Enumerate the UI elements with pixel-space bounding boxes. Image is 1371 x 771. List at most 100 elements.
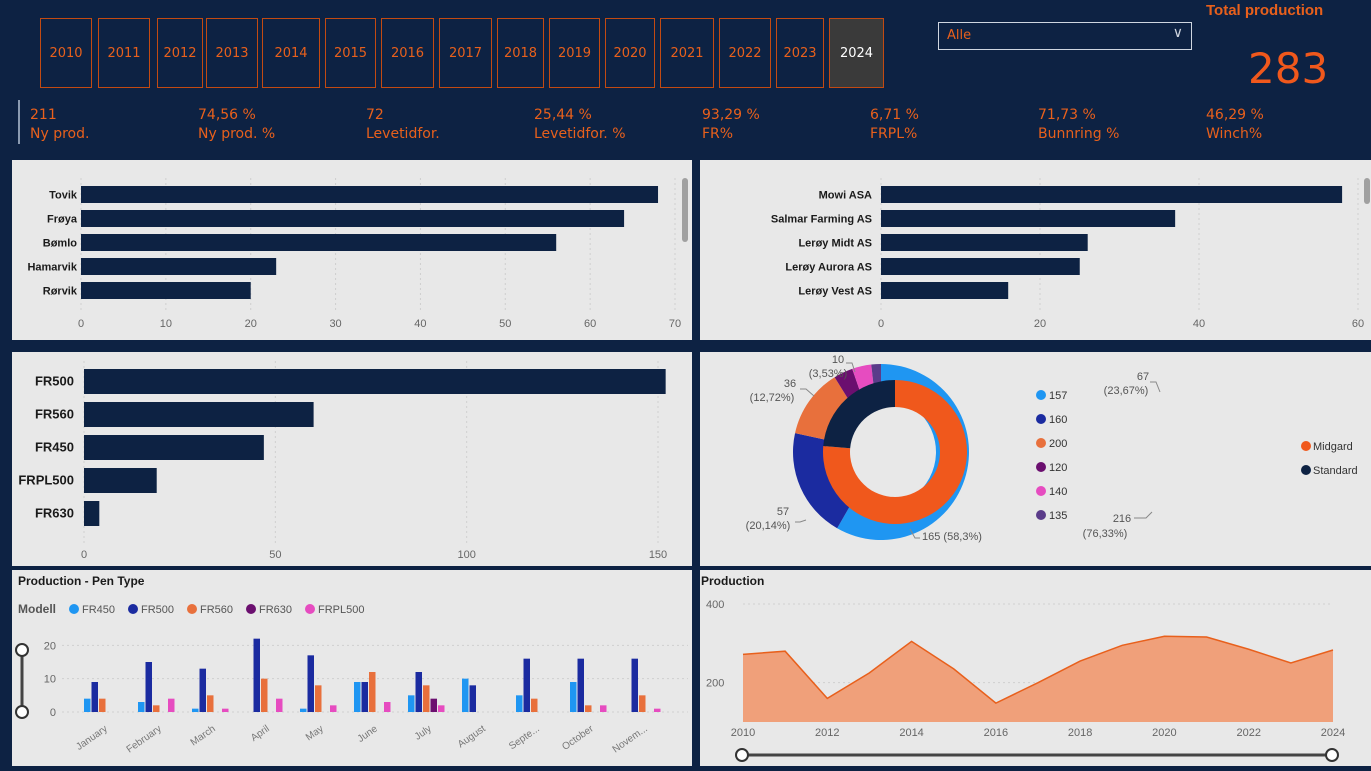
bar[interactable] (384, 702, 391, 712)
bar[interactable] (469, 685, 477, 712)
bar[interactable] (300, 708, 307, 712)
range-slider-handle-right[interactable] (1325, 748, 1339, 762)
bar[interactable] (369, 672, 376, 712)
bar[interactable] (523, 658, 531, 712)
location-bar-panel[interactable]: 0 10 20 30 40 50 60 70 Tovik Frøya Bømlo Hamarvik Rø… (12, 160, 692, 340)
category-label: FR560 (35, 407, 74, 422)
bar[interactable] (81, 282, 251, 299)
bar[interactable] (199, 668, 207, 712)
bar[interactable] (315, 685, 322, 712)
bar[interactable] (516, 695, 523, 712)
legend-label: 160 (1049, 414, 1067, 426)
bar[interactable] (438, 705, 445, 712)
year-button-2019[interactable]: 2019 (549, 18, 600, 88)
bar[interactable] (570, 682, 577, 712)
bar[interactable] (307, 655, 315, 712)
year-button-2011[interactable]: 2011 (98, 18, 150, 88)
pen-type-panel[interactable]: Production - Pen Type Modell FR450 FR500 FR5… (12, 570, 692, 766)
year-button-2022[interactable]: 2022 (719, 18, 771, 88)
bar[interactable] (84, 698, 91, 712)
bar[interactable] (84, 369, 666, 394)
range-slider-handle-left[interactable] (735, 748, 749, 762)
bar[interactable] (99, 698, 106, 712)
bar[interactable] (881, 282, 1009, 299)
bar[interactable] (84, 402, 314, 427)
bar[interactable] (600, 705, 607, 712)
bar[interactable] (654, 708, 661, 712)
kpi-value: 46,29 % (1206, 107, 1264, 123)
year-button-2023[interactable]: 2023 (776, 18, 824, 88)
bar[interactable] (153, 705, 160, 712)
bar[interactable] (81, 234, 557, 251)
bar[interactable] (354, 682, 361, 712)
bar[interactable] (253, 638, 261, 712)
bar[interactable] (81, 186, 659, 203)
year-button-2013[interactable]: 2013 (206, 18, 258, 88)
bar[interactable] (330, 705, 337, 712)
location-bar-chart[interactable]: 0 10 20 30 40 50 60 70 Tovik Frøya Bømlo Hamarvik Rø… (12, 160, 692, 340)
scrollbar-thumb[interactable] (682, 178, 688, 242)
year-button-2010[interactable]: 2010 (40, 18, 92, 88)
production-area-chart[interactable]: Production 200 400 2010 2012 2014 2016 2018 2020… (700, 570, 1371, 766)
scrollbar-thumb[interactable] (1364, 178, 1370, 204)
donut-charts[interactable]: 165 (58,3%) 57 (20,14%) 36 (12,72%) 10 (3,53%)… (700, 352, 1371, 566)
bar[interactable] (408, 695, 415, 712)
bar[interactable] (145, 662, 153, 712)
x-tick-label: 60 (1352, 318, 1364, 330)
bar[interactable] (531, 698, 538, 712)
bar[interactable] (631, 658, 639, 712)
bar[interactable] (639, 695, 646, 712)
bar[interactable] (577, 658, 585, 712)
company-bar-panel[interactable]: 0 20 40 60 Mowi ASA Salmar Farming AS Lerøy Mi… (700, 160, 1371, 340)
data-label: 165 (58,3%) (922, 531, 982, 543)
bar[interactable] (462, 678, 469, 712)
bar[interactable] (84, 501, 100, 526)
bar[interactable] (881, 210, 1176, 227)
year-button-2017[interactable]: 2017 (439, 18, 492, 88)
year-button-2020[interactable]: 2020 (605, 18, 655, 88)
pen-type-chart[interactable]: Production - Pen Type Modell FR450 FR500 FR5… (12, 570, 692, 766)
x-tick-label: August (456, 723, 488, 750)
year-button-2018[interactable]: 2018 (497, 18, 544, 88)
bar[interactable] (84, 435, 264, 460)
category-label: Rørvik (43, 286, 78, 298)
year-button-2021[interactable]: 2021 (660, 18, 714, 88)
year-button-2016[interactable]: 2016 (381, 18, 434, 88)
year-button-2012[interactable]: 2012 (157, 18, 203, 88)
bar[interactable] (585, 705, 592, 712)
range-slider-handle-bottom[interactable] (15, 705, 29, 719)
bar[interactable] (881, 186, 1343, 203)
model-bar-panel[interactable]: 0 50 100 150 FR500 FR560 FR450 FRPL500 FR630 (12, 352, 692, 566)
bar[interactable] (261, 678, 268, 712)
bar[interactable] (276, 698, 283, 712)
bar[interactable] (881, 258, 1080, 275)
year-button-2024[interactable]: 2024 (829, 18, 884, 88)
bar[interactable] (81, 210, 625, 227)
production-area-panel[interactable]: Production 200 400 2010 2012 2014 2016 2018 2020… (700, 570, 1371, 766)
bar[interactable] (168, 698, 175, 712)
bar[interactable] (423, 685, 430, 712)
bar[interactable] (84, 468, 157, 493)
year-button-2015[interactable]: 2015 (325, 18, 376, 88)
year-button-2014[interactable]: 2014 (262, 18, 320, 88)
bar[interactable] (138, 702, 145, 712)
bar[interactable] (207, 695, 214, 712)
range-slider-handle-top[interactable] (15, 643, 29, 657)
bar[interactable] (415, 672, 423, 712)
bar[interactable] (91, 682, 99, 712)
filter-dropdown[interactable]: Alle ∨ (938, 22, 1192, 50)
bar[interactable] (222, 708, 229, 712)
legend-dot (187, 604, 197, 614)
kpi-5: 6,71 % FRPL% (870, 106, 919, 144)
bar[interactable] (430, 698, 438, 712)
donut-panel[interactable]: 165 (58,3%) 57 (20,14%) 36 (12,72%) 10 (3,53%)… (700, 352, 1371, 566)
bar[interactable] (192, 708, 199, 712)
legend-label: FR450 (82, 604, 115, 616)
area-fill[interactable] (743, 636, 1333, 722)
model-bar-chart[interactable]: 0 50 100 150 FR500 FR560 FR450 FRPL500 FR630 (12, 352, 692, 566)
bar[interactable] (81, 258, 277, 275)
kpi-4: 93,29 % FR% (702, 106, 760, 144)
bar[interactable] (881, 234, 1088, 251)
company-bar-chart[interactable]: 0 20 40 60 Mowi ASA Salmar Farming AS Lerøy Mi… (700, 160, 1371, 340)
bar[interactable] (361, 682, 369, 712)
